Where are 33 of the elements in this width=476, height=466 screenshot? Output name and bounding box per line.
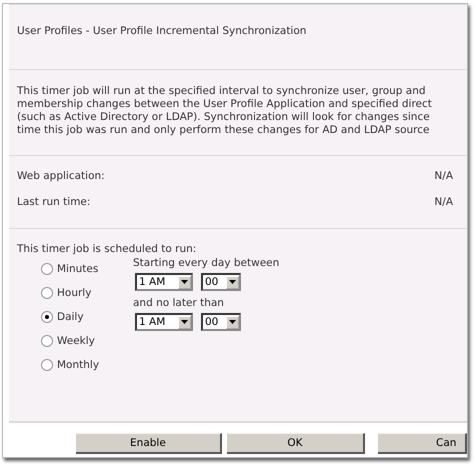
start-label: Starting every day between <box>133 257 280 269</box>
caret-icon[interactable] <box>226 276 239 288</box>
dialog-button[interactable]: Can <box>378 433 467 454</box>
radio-button[interactable] <box>41 287 53 299</box>
minute-dropdown[interactable]: 00 <box>201 273 241 291</box>
hour-dropdown[interactable]: 1 AM <box>135 273 193 291</box>
minute-dropdown[interactable]: 00 <box>201 313 241 331</box>
schedule-heading: This timer job is scheduled to run: <box>17 243 198 255</box>
caret-icon[interactable] <box>226 316 239 328</box>
radio-button[interactable] <box>41 311 53 323</box>
dialog-button[interactable]: OK <box>226 433 366 454</box>
radio-button[interactable] <box>41 263 53 275</box>
radio-button[interactable] <box>41 335 53 347</box>
radio-label: Daily <box>57 311 84 323</box>
caret-icon[interactable] <box>178 276 191 288</box>
end-label: and no later than <box>133 297 225 309</box>
radio-label: Monthly <box>57 359 100 371</box>
dialog-button[interactable]: Enable <box>76 433 222 454</box>
radio-label: Weekly <box>57 335 95 347</box>
radio-button[interactable] <box>41 359 53 371</box>
radio-label: Minutes <box>57 263 98 275</box>
description-line: membership changes between the User Profile Application and specified direct <box>17 98 433 111</box>
job-title: User Profiles - User Profile Incremental Synchronization <box>17 25 308 37</box>
caret-icon[interactable] <box>178 316 191 328</box>
property-value: N/A <box>434 170 453 184</box>
description-line: time this job was run and only perform these changes for AD and LDAP source <box>17 124 430 137</box>
description-line: (such as Active Directory or LDAP). Synchronization will look for changes since <box>17 111 431 124</box>
property-label: Last run time: <box>17 196 90 210</box>
radio-label: Hourly <box>57 287 92 299</box>
property-label: Web application: <box>17 170 105 184</box>
property-value: N/A <box>434 196 453 210</box>
description-line: This timer job will run at the specified interval to synchronize user, group and <box>17 85 427 98</box>
hour-dropdown[interactable]: 1 AM <box>135 313 193 331</box>
